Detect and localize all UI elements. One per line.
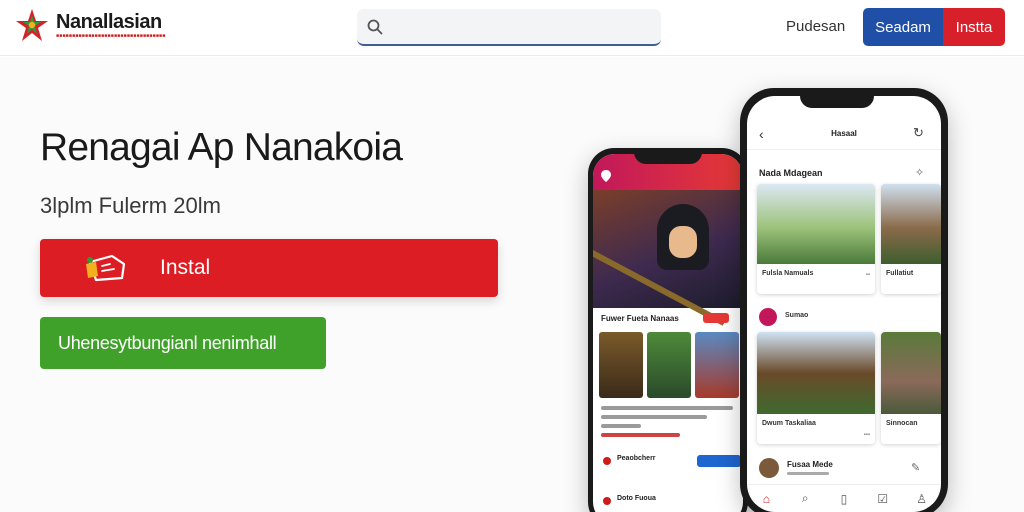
phone-back-thumbnails bbox=[599, 332, 739, 398]
user-name: Fusaa Mede bbox=[787, 460, 833, 469]
destination-card[interactable]: Fullatiut bbox=[881, 184, 941, 294]
status-dot bbox=[603, 497, 611, 505]
destination-card[interactable]: Dwum Taskaliaa ▪▪▪ bbox=[757, 332, 875, 444]
phone-back-badge[interactable] bbox=[703, 313, 729, 323]
phone-mockup-back: Fuwer Fueta Nanaas Peaobcherr Doto Fuoua bbox=[588, 148, 748, 512]
install-button-label: Instal bbox=[160, 256, 211, 279]
header-install-button[interactable]: Instta bbox=[943, 8, 1005, 46]
refresh-icon[interactable]: ↻ bbox=[913, 125, 924, 141]
sign-in-button[interactable]: Seadam bbox=[863, 8, 943, 46]
card-meta: ▪▪ bbox=[865, 272, 870, 278]
phone-front-section-title: Nada Mdagean bbox=[759, 168, 823, 178]
logo-tagline: ■■■■■■■■■■■■■■■■■■■■■■■■■■■■■■■■■■ bbox=[56, 33, 166, 39]
card-image bbox=[757, 332, 875, 414]
phone-front-screen: ‹ Hasaal ↻ Nada Mdagean ✧ Fulsla Namuals… bbox=[747, 96, 941, 512]
hero-subtitle: 3lplm Fulerm 20lm bbox=[40, 193, 221, 218]
phone-back-notch bbox=[634, 148, 702, 164]
profile-tab-icon[interactable]: ♙ bbox=[910, 492, 934, 506]
learn-more-button[interactable]: Uhenesytbungianl nenimhall bbox=[40, 317, 326, 369]
status-dot bbox=[603, 457, 611, 465]
sparkle-icon[interactable]: ✧ bbox=[915, 166, 924, 179]
edit-icon[interactable]: ✎ bbox=[911, 461, 920, 474]
search-bar[interactable] bbox=[357, 9, 661, 46]
phone-back-screen: Fuwer Fueta Nanaas Peaobcherr Doto Fuoua bbox=[593, 154, 743, 512]
card-meta: ▪▪▪ bbox=[863, 432, 870, 438]
logo[interactable]: Nanallasian ■■■■■■■■■■■■■■■■■■■■■■■■■■■■… bbox=[14, 7, 165, 43]
card-image bbox=[757, 184, 875, 264]
logo-mark-icon bbox=[16, 9, 48, 41]
avatar bbox=[759, 458, 779, 478]
phone-back-row-button[interactable] bbox=[697, 455, 741, 467]
card-image bbox=[881, 184, 941, 264]
home-tab-icon[interactable]: ⌂ bbox=[754, 492, 778, 506]
card-caption: Dwum Taskaliaa bbox=[762, 420, 816, 427]
search-input[interactable] bbox=[391, 15, 651, 39]
phone-back-row-2-label: Doto Fuoua bbox=[617, 495, 656, 502]
user-row[interactable]: Fusaa Mede ✎ bbox=[759, 458, 929, 480]
search-tab-icon[interactable]: ⌕ bbox=[793, 491, 817, 506]
top-header: Nanallasian ■■■■■■■■■■■■■■■■■■■■■■■■■■■■… bbox=[0, 0, 1024, 56]
nav-link[interactable]: Pudesan bbox=[786, 18, 845, 35]
card-caption: Fullatiut bbox=[886, 270, 914, 277]
phone-back-hero-image bbox=[593, 190, 743, 326]
hero-title: Renagai Ap Nanakoia bbox=[40, 126, 403, 169]
phone-mockup-front: ‹ Hasaal ↻ Nada Mdagean ✧ Fulsla Namuals… bbox=[740, 88, 948, 512]
card-caption: Fulsla Namuals bbox=[762, 270, 814, 277]
thumbnail[interactable] bbox=[599, 332, 643, 398]
bottom-tab-bar: ⌂ ⌕ ▯ ☑ ♙ bbox=[747, 484, 941, 512]
header-button-group: Seadam Instta bbox=[863, 8, 1005, 46]
app-install-icon bbox=[86, 254, 126, 282]
phone-back-section-title: Fuwer Fueta Nanaas bbox=[601, 314, 679, 323]
phone-back-row-label: Peaobcherr bbox=[617, 455, 656, 462]
thumbnail[interactable] bbox=[695, 332, 739, 398]
card-caption: Sinnocan bbox=[886, 420, 918, 427]
saved-tab-icon[interactable]: ▯ bbox=[832, 492, 856, 506]
thumbnail[interactable] bbox=[647, 332, 691, 398]
phone-back-row[interactable]: Peaobcherr bbox=[601, 454, 741, 468]
install-button[interactable]: Instal bbox=[40, 239, 498, 297]
page: Nanallasian ■■■■■■■■■■■■■■■■■■■■■■■■■■■■… bbox=[0, 0, 1024, 512]
search-icon bbox=[367, 19, 383, 35]
card-image bbox=[881, 332, 941, 414]
destination-card[interactable]: Fulsla Namuals ▪▪ bbox=[757, 184, 875, 294]
phone-back-text-lines bbox=[601, 406, 733, 442]
category-chip-label: Sumao bbox=[785, 312, 809, 319]
phone-front-notch bbox=[800, 88, 874, 108]
phone-front-title: Hasaal bbox=[831, 129, 857, 138]
category-chip-icon[interactable] bbox=[759, 308, 777, 326]
phone-front-topbar: ‹ Hasaal ↻ bbox=[747, 120, 941, 150]
location-pin-icon bbox=[601, 170, 611, 182]
check-tab-icon[interactable]: ☑ bbox=[871, 492, 895, 506]
destination-card[interactable]: Sinnocan bbox=[881, 332, 941, 444]
logo-name: Nanallasian bbox=[56, 11, 162, 33]
